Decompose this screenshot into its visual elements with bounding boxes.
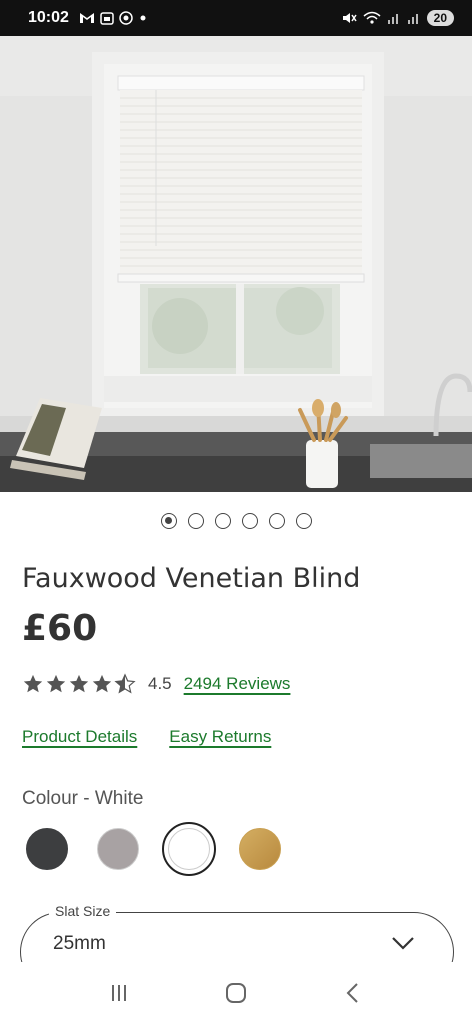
star-icon <box>92 674 112 693</box>
signal-icon <box>387 14 398 24</box>
mute-icon <box>342 13 357 23</box>
swatch-fill <box>239 828 281 870</box>
swatch-fill <box>168 828 210 870</box>
app-icon <box>119 11 133 25</box>
rating-row: 4.5 2494 Reviews <box>22 673 290 695</box>
info-links: Product Details Easy Returns <box>22 727 271 747</box>
status-bar: 10:02 20 <box>0 0 472 36</box>
colour-swatches <box>20 822 287 876</box>
product-price: £60 <box>22 608 98 649</box>
star-rating <box>22 673 136 695</box>
carousel-indicator <box>0 513 472 529</box>
carousel-dot[interactable] <box>241 513 258 529</box>
notification-icons <box>79 11 148 25</box>
wifi-icon <box>363 11 381 24</box>
status-time: 10:02 <box>28 9 69 26</box>
gmail-icon <box>79 13 94 23</box>
system-icons: 20 <box>341 10 454 26</box>
swatch-fill <box>97 828 139 870</box>
star-icon <box>23 674 43 693</box>
chevron-down-icon <box>392 937 414 950</box>
swatch-oak[interactable] <box>233 822 287 876</box>
carousel-dot[interactable] <box>187 513 204 529</box>
colour-label: Colour - White <box>22 788 144 809</box>
carousel-dot[interactable] <box>214 513 231 529</box>
easy-returns-link[interactable]: Easy Returns <box>169 727 271 747</box>
product-image[interactable] <box>0 36 472 492</box>
star-icon <box>69 674 89 693</box>
dot-icon <box>140 15 146 21</box>
slat-size-label: Slat Size <box>49 903 117 919</box>
signal-2-icon <box>407 14 418 24</box>
swatch-grey[interactable] <box>91 822 145 876</box>
battery-indicator: 20 <box>426 10 454 26</box>
swatch-white[interactable] <box>162 822 216 876</box>
rating-value: 4.5 <box>148 674 172 693</box>
home-icon[interactable] <box>222 979 250 1007</box>
swatch-charcoal[interactable] <box>20 822 74 876</box>
blind-photo <box>0 36 472 492</box>
reviews-link[interactable]: 2494 Reviews <box>184 674 291 694</box>
swatch-fill <box>26 828 68 870</box>
system-nav-bar <box>0 962 472 1024</box>
product-details-link[interactable]: Product Details <box>22 727 137 747</box>
calendar-icon <box>100 12 114 25</box>
half-star-icon <box>114 673 136 694</box>
product-title: Fauxwood Venetian Blind <box>22 563 361 594</box>
slat-size-value: 25mm <box>53 933 106 954</box>
recent-apps-icon[interactable] <box>105 979 133 1007</box>
star-icon <box>46 674 66 693</box>
back-icon[interactable] <box>339 979 367 1007</box>
carousel-dot[interactable] <box>295 513 312 529</box>
carousel-dot[interactable] <box>268 513 285 529</box>
carousel-dot[interactable] <box>160 513 177 529</box>
